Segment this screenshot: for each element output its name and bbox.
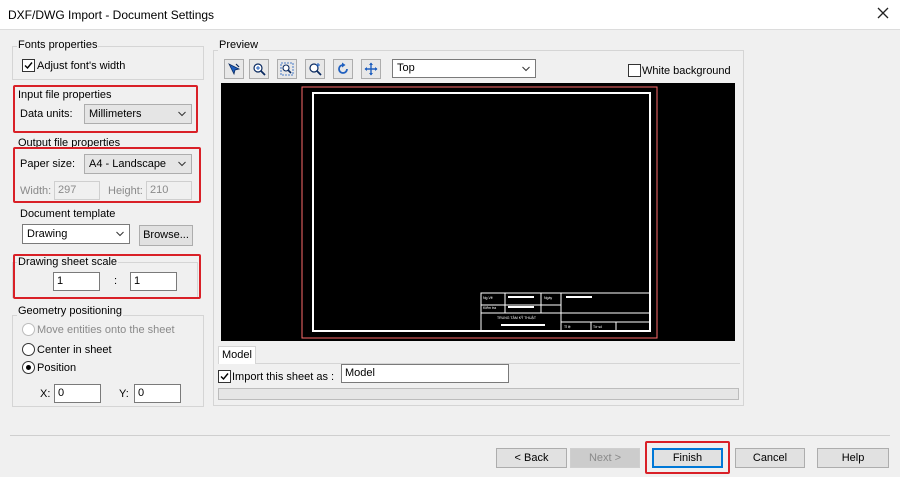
title-block-text-4: TRUNG TÂM KỸ THUẬT	[497, 315, 537, 320]
import-sheet-label: Import this sheet as :	[232, 371, 335, 383]
output-file-group-label: Output file properties	[17, 137, 122, 149]
data-units-dropdown[interactable]: Millimeters	[84, 104, 192, 124]
pan-icon	[364, 62, 378, 76]
browse-label: Browse...	[143, 229, 189, 241]
adjust-font-width-label: Adjust font's width	[37, 60, 126, 72]
fonts-group-label: Fonts properties	[17, 39, 99, 51]
paper-size-value: A4 - Landscape	[89, 158, 167, 170]
scale-group-label: Drawing sheet scale	[17, 256, 119, 268]
tab-model[interactable]: Model	[218, 346, 256, 364]
paper-size-label: Paper size:	[20, 158, 76, 170]
width-value: 297	[58, 184, 77, 196]
zoom-window-button[interactable]	[305, 59, 325, 79]
zoom-window-icon	[309, 63, 322, 76]
tab-model-label: Model	[222, 349, 252, 361]
scale-right-value: 1	[134, 275, 141, 287]
adjust-font-width-checkbox[interactable]	[22, 59, 35, 72]
import-sheet-name-value: Model	[345, 367, 375, 379]
template-dropdown[interactable]: Drawing	[22, 224, 130, 244]
finish-button[interactable]: Finish	[652, 448, 723, 468]
drawing-preview: Ng.Vẽ Kiểm tra Ngày TRUNG TÂM KỸ THUẬT T…	[301, 86, 658, 339]
back-label: < Back	[514, 452, 549, 464]
geometry-group-label: Geometry positioning	[17, 305, 123, 317]
move-entities-radio[interactable]	[22, 323, 35, 336]
rotate-button[interactable]	[333, 59, 353, 79]
position-label: Position	[37, 362, 77, 374]
back-button[interactable]: < Back	[496, 448, 567, 468]
input-file-group-label: Input file properties	[17, 89, 113, 101]
scale-right-field[interactable]: 1	[130, 272, 177, 291]
x-field[interactable]: 0	[54, 384, 101, 403]
zoom-in-button[interactable]	[249, 59, 269, 79]
position-radio[interactable]	[22, 361, 35, 374]
title-bar: DXF/DWG Import - Document Settings	[0, 0, 900, 30]
chevron-down-icon	[116, 231, 124, 237]
scale-separator: :	[114, 275, 118, 287]
chevron-down-icon	[522, 66, 530, 72]
title-block-text-1: Ng.Vẽ	[483, 296, 493, 300]
close-icon[interactable]	[876, 6, 890, 20]
zoom-extents-icon	[280, 62, 294, 76]
paper-size-dropdown[interactable]: A4 - Landscape	[84, 154, 192, 174]
width-field[interactable]: 297	[54, 181, 100, 200]
white-background-label: White background	[642, 65, 731, 77]
select-icon	[228, 63, 241, 76]
next-button[interactable]: Next >	[570, 448, 640, 468]
height-label: Height:	[108, 185, 143, 197]
title-block-text-5: Tỉ lệ	[564, 325, 571, 329]
cancel-button[interactable]: Cancel	[735, 448, 805, 468]
data-units-value: Millimeters	[89, 108, 142, 120]
import-sheet-checkbox[interactable]	[218, 370, 231, 383]
y-value: 0	[138, 387, 145, 399]
title-block-text-2: Kiểm tra	[483, 306, 496, 310]
height-field[interactable]: 210	[146, 181, 192, 200]
zoom-extents-button[interactable]	[277, 59, 297, 79]
sheet-border	[301, 86, 658, 339]
help-button[interactable]: Help	[817, 448, 889, 468]
center-in-sheet-radio[interactable]	[22, 343, 35, 356]
browse-button[interactable]: Browse...	[139, 225, 193, 246]
chevron-down-icon	[178, 161, 186, 167]
template-group-label: Document template	[19, 208, 117, 220]
y-label: Y:	[119, 388, 129, 400]
footer-separator	[10, 435, 890, 436]
pan-button[interactable]	[361, 59, 381, 79]
width-label: Width:	[20, 185, 52, 197]
cancel-label: Cancel	[752, 452, 788, 464]
title-block-text-3: Ngày	[544, 296, 552, 300]
progress-bar	[218, 388, 739, 400]
data-units-label: Data units:	[20, 108, 73, 120]
center-in-sheet-label: Center in sheet	[37, 344, 112, 356]
y-field[interactable]: 0	[134, 384, 181, 403]
scale-left-field[interactable]: 1	[53, 272, 100, 291]
title-block-text-6: Tờ số	[593, 325, 602, 329]
height-value: 210	[150, 184, 169, 196]
view-value: Top	[397, 62, 415, 74]
chevron-down-icon	[178, 111, 186, 117]
x-label: X:	[40, 388, 51, 400]
scale-left-value: 1	[57, 275, 64, 287]
preview-canvas[interactable]: Ng.Vẽ Kiểm tra Ngày TRUNG TÂM KỸ THUẬT T…	[221, 83, 735, 341]
finish-label: Finish	[672, 452, 703, 464]
window-title: DXF/DWG Import - Document Settings	[8, 8, 215, 22]
move-entities-label: Move entities onto the sheet	[37, 324, 175, 336]
zoom-in-icon	[253, 63, 266, 76]
import-sheet-name-field[interactable]: Model	[341, 364, 509, 383]
template-value: Drawing	[27, 228, 68, 240]
rotate-icon	[338, 62, 348, 74]
next-label: Next >	[588, 452, 622, 464]
preview-group-label: Preview	[218, 39, 260, 51]
view-dropdown[interactable]: Top	[392, 59, 536, 78]
select-tool-button[interactable]	[224, 59, 244, 79]
white-background-checkbox[interactable]	[628, 64, 641, 77]
x-value: 0	[58, 387, 65, 399]
help-label: Help	[841, 452, 865, 464]
